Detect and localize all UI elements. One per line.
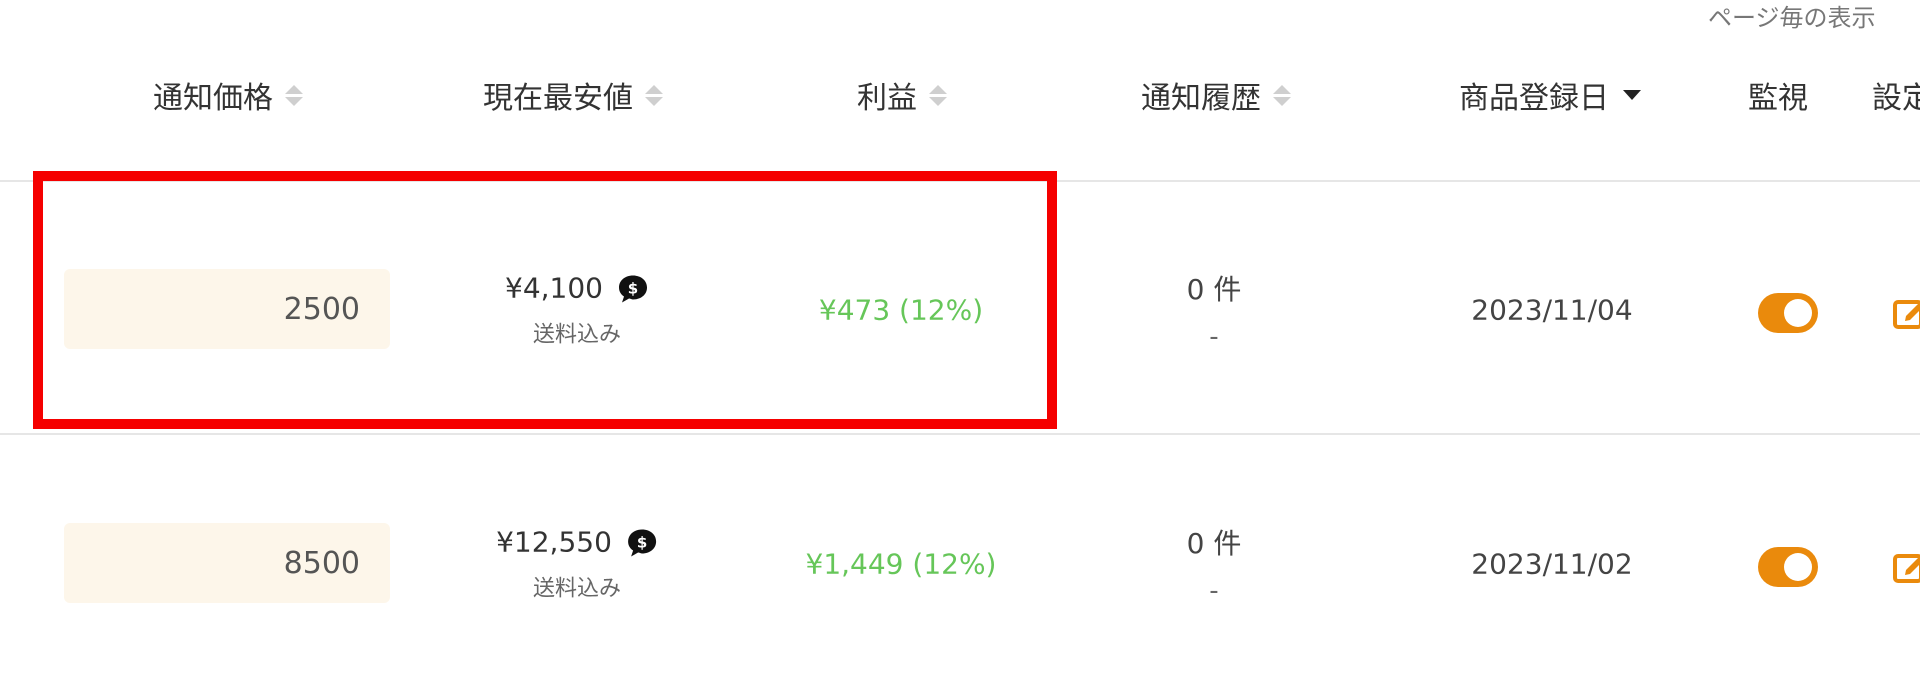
profit-value: ¥1,449 (12%) [805, 547, 997, 581]
header-registered-date[interactable]: 商品登録日 [1459, 73, 1641, 117]
header-settings-label: 設定 [1872, 81, 1920, 116]
notify-history-count: 0 件 [1186, 273, 1242, 306]
per-page-label: ページ毎の表示 [1708, 4, 1876, 32]
edit-icon[interactable] [1892, 296, 1920, 330]
notify-history-cell: 0 件 - [1187, 268, 1242, 352]
notify-history-last: - [1209, 322, 1219, 352]
edit-icon[interactable] [1892, 550, 1920, 584]
header-monitor-label: 監視 [1748, 81, 1808, 116]
sort-icon[interactable] [929, 84, 947, 106]
toggle-knob [1784, 299, 1812, 327]
notify-price-input[interactable] [64, 523, 390, 603]
sort-icon[interactable] [285, 84, 303, 106]
header-notify-history[interactable]: 通知履歴 [1141, 73, 1291, 117]
registered-date: 2023/11/04 [1471, 293, 1633, 327]
header-current-lowest-label: 現在最安値 [483, 81, 633, 116]
header-registered-date-label: 商品登録日 [1459, 81, 1609, 116]
header-profit-label: 利益 [857, 81, 917, 116]
registered-date: 2023/11/02 [1471, 547, 1633, 581]
highlight-box [33, 171, 1057, 429]
current-lowest-price: ¥12,550 [496, 525, 612, 559]
header-notify-price-label: 通知価格 [153, 81, 273, 116]
sort-icon[interactable] [1273, 84, 1291, 106]
header-notify-price[interactable]: 通知価格 [153, 73, 303, 117]
monitor-toggle[interactable] [1758, 293, 1818, 333]
row-divider [0, 433, 1920, 435]
header-notify-history-label: 通知履歴 [1141, 81, 1261, 116]
header-current-lowest[interactable]: 現在最安値 [483, 73, 663, 117]
notify-history-cell: 0 件 - [1187, 522, 1242, 606]
shipping-note: 送料込み [532, 576, 622, 602]
header-profit[interactable]: 利益 [857, 73, 947, 117]
monitor-toggle[interactable] [1758, 547, 1818, 587]
svg-text:$: $ [637, 533, 647, 551]
toggle-knob [1784, 553, 1812, 581]
notify-history-last: - [1209, 576, 1219, 606]
caret-down-icon[interactable] [1623, 90, 1641, 100]
notify-history-count: 0 件 [1186, 527, 1242, 560]
header-settings: 設定 [1872, 73, 1920, 117]
chat-bubble-dollar-icon[interactable]: $ [626, 527, 658, 557]
header-monitor: 監視 [1748, 73, 1808, 117]
current-lowest-cell: ¥12,550 $ 送料込み [496, 526, 658, 603]
sort-icon[interactable] [645, 84, 663, 106]
